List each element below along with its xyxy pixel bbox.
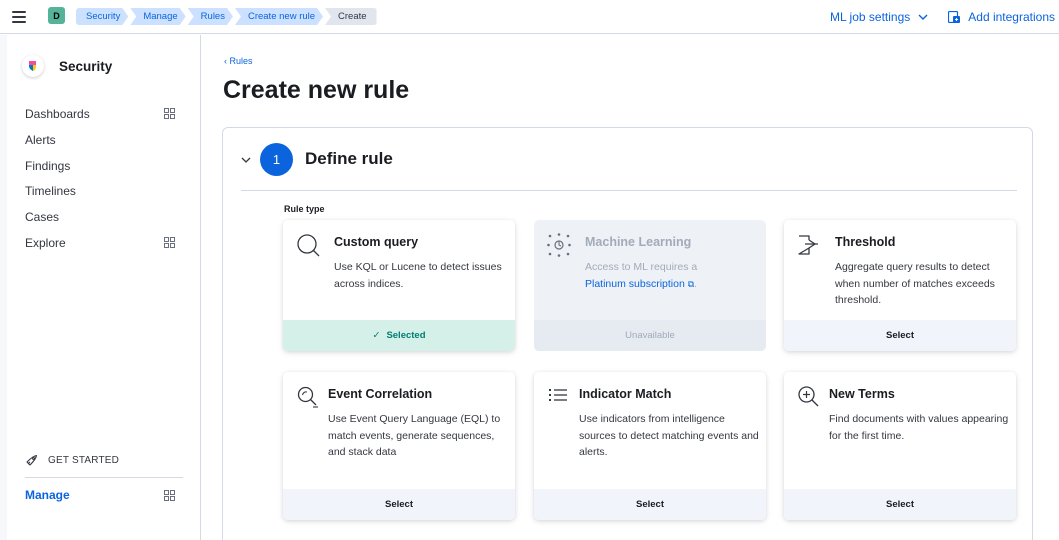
zoom-in-icon <box>798 386 819 407</box>
card-select-button[interactable]: Select <box>283 489 515 520</box>
rule-type-card-machine-learning: Machine Learning Access to ML requires a… <box>534 220 766 351</box>
sidebar-item-label: Alerts <box>25 132 56 147</box>
card-description: Access to ML requires a Platinum subscri… <box>585 259 757 292</box>
sidebar-item-timelines[interactable]: Timelines <box>25 181 185 207</box>
sidebar-item-label: Timelines <box>25 184 76 199</box>
chevron-down-icon <box>918 14 928 20</box>
threshold-icon <box>798 235 818 255</box>
step-divider <box>241 190 1017 191</box>
card-title: Custom query <box>334 235 419 249</box>
breadcrumb: Security Manage Rules Create new rule Cr… <box>76 8 379 25</box>
add-integrations-label: Add integrations <box>968 10 1055 24</box>
grid-icon[interactable] <box>164 236 175 248</box>
card-footer-label: Select <box>886 330 914 341</box>
breadcrumb-rules[interactable]: Rules <box>188 8 233 25</box>
get-started-label: GET STARTED <box>48 455 120 466</box>
rule-type-card-event-correlation[interactable]: Event Correlation Use Event Query Langua… <box>283 372 515 520</box>
card-footer-label: Unavailable <box>625 330 675 341</box>
card-footer-label: Selected <box>386 330 426 341</box>
sidebar-item-alerts[interactable]: Alerts <box>25 130 185 156</box>
card-description: Use Event Query Language (EQL) to match … <box>328 413 501 458</box>
sidebar-divider <box>25 477 183 478</box>
breadcrumb-manage[interactable]: Manage <box>130 8 185 25</box>
card-title: Machine Learning <box>585 235 692 249</box>
card-description-suffix: . <box>694 277 698 290</box>
platinum-subscription-link[interactable]: Platinum subscription ⧉ <box>585 278 694 290</box>
top-header-bar: D Security Manage Rules Create new rule … <box>0 0 1059 34</box>
link-label: Platinum subscription <box>585 277 685 290</box>
sidebar-item-label: Cases <box>25 210 60 225</box>
back-link-label: Rules <box>229 56 253 66</box>
card-title: Threshold <box>835 235 896 249</box>
back-to-rules-link[interactable]: ‹ Rules <box>224 56 253 66</box>
check-icon: ✓ <box>372 330 381 341</box>
sidebar-item-label: Manage <box>25 488 70 502</box>
list-icon <box>549 389 567 401</box>
sidebar-item-label: Dashboards <box>25 107 90 121</box>
step-number-badge: 1 <box>260 143 293 176</box>
card-unavailable-label: Unavailable <box>534 320 766 351</box>
card-description-text: Access to ML requires a <box>585 261 698 273</box>
integrations-icon <box>948 11 961 23</box>
machine-learning-icon <box>547 233 571 257</box>
menu-icon[interactable] <box>12 11 26 23</box>
rule-type-card-threshold[interactable]: Threshold Aggregate query results to det… <box>784 220 1016 351</box>
rule-type-card-new-terms[interactable]: New Terms Find documents with values app… <box>784 372 1016 520</box>
sidebar-item-cases[interactable]: Cases <box>25 207 185 233</box>
step-title: Define rule <box>305 149 393 168</box>
define-rule-panel: 1 Define rule Rule type Custom query Use… <box>222 127 1033 540</box>
chevron-down-icon[interactable] <box>241 155 251 165</box>
rule-type-card-indicator-match[interactable]: Indicator Match Use indicators from inte… <box>534 372 766 520</box>
card-description: Use indicators from intelligence sources… <box>579 413 759 458</box>
sidebar-item-findings[interactable]: Findings <box>25 156 185 182</box>
page-title: Create new rule <box>223 76 410 104</box>
rocket-icon <box>26 454 38 466</box>
sidebar: Security Dashboards Alerts Findings Time… <box>0 35 201 540</box>
card-title: Indicator Match <box>579 387 672 401</box>
rule-type-card-custom-query[interactable]: Custom query Use KQL or Lucene to detect… <box>283 220 515 351</box>
sidebar-nav: Dashboards Alerts Findings Timelines Cas… <box>25 104 185 259</box>
security-logo-icon <box>22 55 44 77</box>
card-title: New Terms <box>829 387 895 401</box>
ml-job-settings-button[interactable]: ML job settings <box>830 10 928 24</box>
card-footer-label: Select <box>636 499 664 510</box>
add-integrations-button[interactable]: Add integrations <box>948 10 1055 24</box>
card-footer-label: Select <box>886 499 914 510</box>
get-started-link[interactable]: GET STARTED <box>25 454 119 467</box>
card-select-button[interactable]: ✓ Selected <box>283 320 515 351</box>
ml-job-settings-label: ML job settings <box>830 10 911 24</box>
breadcrumb-create-new-rule[interactable]: Create new rule <box>235 8 323 25</box>
sidebar-item-label: Explore <box>25 235 66 250</box>
space-avatar[interactable]: D <box>48 7 65 24</box>
card-description: Find documents with values appearing for… <box>829 413 1009 442</box>
search-icon <box>297 234 320 257</box>
sidebar-item-label: Findings <box>25 158 71 173</box>
magnifier-dots-icon <box>297 386 318 408</box>
grid-icon[interactable] <box>164 108 175 119</box>
card-footer-label: Select <box>385 499 413 510</box>
card-description: Use KQL or Lucene to detect issues acros… <box>334 261 502 290</box>
card-select-button[interactable]: Select <box>784 489 1016 520</box>
breadcrumb-security[interactable]: Security <box>76 8 128 25</box>
card-select-button[interactable]: Select <box>784 320 1016 351</box>
rule-type-label: Rule type <box>284 204 325 214</box>
sidebar-title: Security <box>59 58 113 74</box>
sidebar-item-manage[interactable]: Manage <box>25 488 185 502</box>
sidebar-item-explore[interactable]: Explore <box>25 233 185 259</box>
sidebar-item-dashboards[interactable]: Dashboards <box>25 104 185 130</box>
card-description: Aggregate query results to detect when n… <box>835 261 995 306</box>
grid-icon[interactable] <box>164 490 175 501</box>
breadcrumb-create: Create <box>325 8 377 25</box>
sidebar-brand[interactable]: Security <box>22 55 112 77</box>
card-select-button[interactable]: Select <box>534 489 766 520</box>
card-title: Event Correlation <box>328 387 433 401</box>
